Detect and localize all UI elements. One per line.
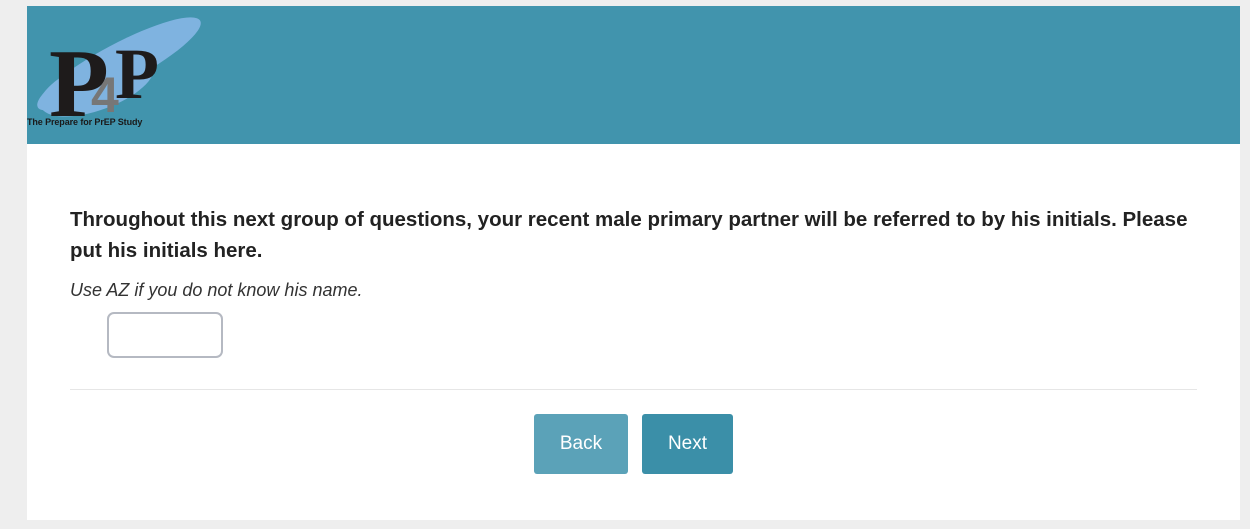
logo-letter-last: P: [115, 34, 159, 114]
back-button[interactable]: Back: [534, 414, 628, 474]
survey-card: P P 4 The Prepare for PrEP Study Through…: [27, 6, 1240, 520]
initials-input[interactable]: [107, 312, 223, 358]
page: P P 4 The Prepare for PrEP Study Through…: [0, 0, 1250, 529]
logo-caption: The Prepare for PrEP Study: [27, 117, 143, 127]
divider: [70, 389, 1197, 390]
question-prompt: Throughout this next group of questions,…: [70, 208, 1188, 262]
next-button[interactable]: Next: [642, 414, 733, 474]
question-hint: Use AZ if you do not know his name.: [70, 280, 363, 300]
study-logo: P P 4 The Prepare for PrEP Study: [27, 6, 227, 144]
header-banner: P P 4 The Prepare for PrEP Study: [27, 6, 1240, 144]
logo-digit: 4: [91, 67, 119, 123]
